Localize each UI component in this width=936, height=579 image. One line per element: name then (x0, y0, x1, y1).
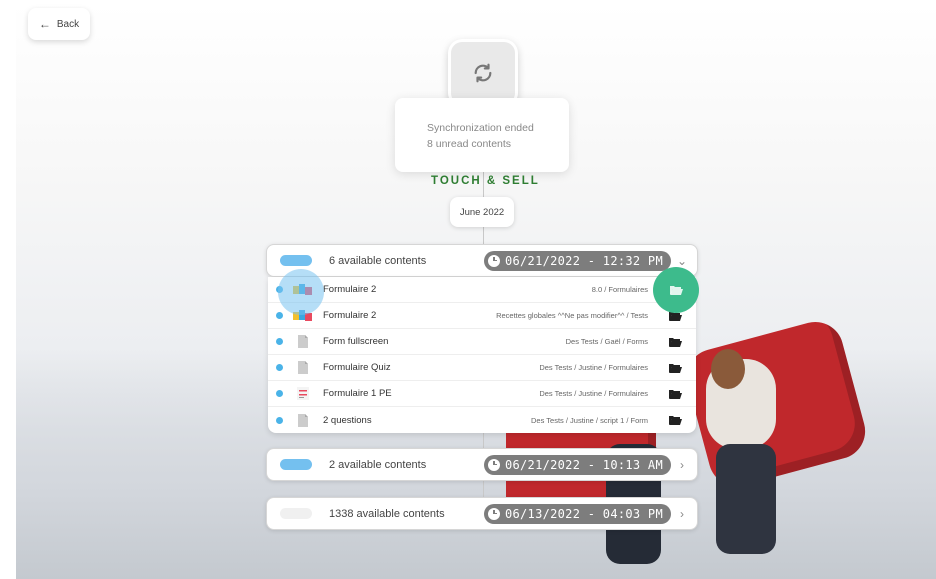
item-title: Form fullscreen (323, 336, 389, 347)
item-title: Formulaire 2 (323, 284, 377, 295)
item-path: Des Tests / Justine / Formulaires (539, 389, 648, 398)
list-item[interactable]: Formulaire 2 Recettes globales ^^Ne pas … (268, 303, 696, 329)
person (716, 444, 776, 554)
arrow-left-icon: ← (38, 17, 51, 31)
item-path: Des Tests / Justine / Formulaires (539, 363, 648, 372)
item-path: Recettes globales ^^Ne pas modifier^^ / … (496, 311, 648, 320)
content-list: Formulaire 2 8.0 / Formulaires Formulair… (268, 277, 696, 433)
folder-open-icon[interactable] (660, 415, 690, 425)
folder-open-icon (669, 286, 683, 295)
document-icon (293, 335, 313, 349)
timestamp-badge: 06/21/2022 - 10:13 AM (483, 454, 671, 475)
group-color-pill (280, 508, 312, 519)
folder-open-icon[interactable] (660, 363, 690, 373)
folder-open-icon[interactable] (660, 389, 690, 399)
clock-icon (487, 458, 500, 471)
unread-dot (276, 338, 283, 345)
back-label: Back (56, 18, 80, 30)
content-group-1[interactable]: 6 available contents 06/21/2022 - 12:32 … (266, 244, 698, 277)
document-icon (293, 361, 313, 375)
folder-open-icon[interactable] (660, 337, 690, 347)
sync-status-card: Synchronization ended 8 unread contents (395, 98, 569, 172)
sync-icon (474, 63, 492, 83)
group-label: 2 available contents (329, 458, 427, 471)
list-item[interactable]: Formulaire Quiz Des Tests / Justine / Fo… (268, 355, 696, 381)
item-path: Des Tests / Gaël / Forms (565, 337, 648, 346)
brand-logo: TOUCH & SELL (431, 175, 540, 187)
touch-indicator (278, 269, 324, 315)
timestamp-badge: 06/13/2022 - 04:03 PM (483, 503, 671, 524)
month-chip: June 2022 (450, 197, 514, 227)
clock-icon (487, 507, 500, 520)
timestamp-text: 06/21/2022 - 12:32 PM (504, 253, 663, 268)
unread-dot (276, 416, 283, 424)
list-item[interactable]: 2 questions Des Tests / Justine / script… (268, 407, 696, 433)
back-button[interactable]: ← Back (28, 8, 90, 40)
list-item[interactable]: Formulaire 2 8.0 / Formulaires (268, 277, 696, 303)
group-label: 6 available contents (329, 254, 427, 267)
chart-doc-icon (293, 387, 313, 401)
person (711, 349, 745, 389)
content-group-3[interactable]: 1338 available contents 06/13/2022 - 04:… (266, 497, 698, 530)
content-group-2[interactable]: 2 available contents 06/21/2022 - 10:13 … (266, 448, 698, 481)
item-path: Des Tests / Justine / script 1 / Form (531, 415, 648, 425)
group-color-pill (280, 459, 312, 470)
chevron-right-icon[interactable]: › (671, 507, 693, 521)
item-title: 2 questions (323, 414, 372, 426)
document-icon (293, 413, 313, 427)
sync-status-text: Synchronization ended (427, 122, 534, 134)
item-title: Formulaire 1 PE (323, 388, 392, 399)
unread-dot (276, 364, 283, 371)
folder-open-button[interactable] (653, 267, 699, 313)
clock-icon (487, 254, 500, 267)
list-item[interactable]: Formulaire 1 PE Des Tests / Justine / Fo… (268, 381, 696, 407)
group-color-pill (280, 255, 312, 266)
chevron-down-icon[interactable]: ⌄ (671, 254, 693, 268)
sync-button[interactable] (448, 39, 518, 107)
unread-count-text: 8 unread contents (427, 138, 512, 150)
item-title: Formulaire 2 (323, 310, 377, 321)
item-path: 8.0 / Formulaires (591, 285, 648, 294)
group-label: 1338 available contents (329, 507, 445, 520)
unread-dot (276, 312, 283, 319)
timestamp-badge: 06/21/2022 - 12:32 PM (483, 250, 671, 271)
chevron-right-icon[interactable]: › (671, 458, 693, 472)
unread-dot (276, 390, 283, 397)
timestamp-text: 06/21/2022 - 10:13 AM (504, 457, 663, 472)
list-item[interactable]: Form fullscreen Des Tests / Gaël / Forms (268, 329, 696, 355)
item-title: Formulaire Quiz (323, 362, 391, 373)
timestamp-text: 06/13/2022 - 04:03 PM (504, 506, 663, 521)
